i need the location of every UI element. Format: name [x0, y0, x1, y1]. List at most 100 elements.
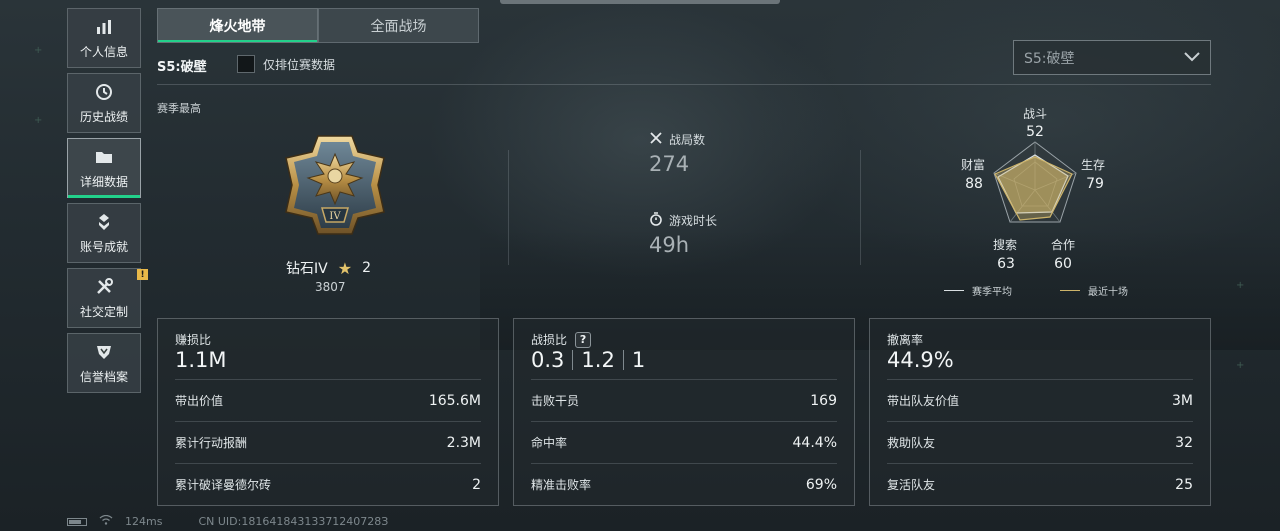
help-icon[interactable]: ? — [575, 331, 592, 348]
clock-icon — [94, 82, 114, 102]
card-title: 撤离率 — [887, 333, 924, 347]
tab-full-battlefield[interactable]: 全面战场 — [318, 8, 479, 43]
stopwatch-icon — [649, 212, 663, 229]
sidebar-item-detailed-data[interactable]: 详细数据 — [67, 138, 141, 198]
divider — [508, 150, 509, 265]
kd-ratio: 0.3 1.2 1 — [531, 348, 645, 372]
sidebar-item-profile[interactable]: 个人信息 — [67, 8, 141, 68]
top-drag-handle[interactable] — [500, 0, 780, 4]
shield-icon — [94, 342, 114, 362]
stat-row-value: 3M — [1172, 392, 1193, 409]
rank-name: 钻石IV — [286, 261, 328, 277]
radar-axis-combat-value: 52 — [1026, 124, 1044, 140]
medal-icon — [94, 212, 114, 232]
rank-info: 钻石IV ★ 2 — [286, 258, 371, 278]
ranked-only-checkbox[interactable] — [237, 55, 255, 73]
star-icon: ★ — [337, 258, 353, 278]
sidebar-item-label: 信誉档案 — [79, 369, 128, 384]
ratio-divider — [622, 350, 624, 370]
stat-row-label: 精准击败率 — [531, 478, 592, 492]
stat-row-value: 69% — [805, 476, 837, 493]
legend-season-average: 赛季平均 — [944, 283, 1012, 298]
emblem-numeral: IV — [329, 211, 341, 222]
ping-value: 124ms — [125, 515, 163, 528]
stat-row: 救助队友 32 — [887, 421, 1193, 463]
matches-label: 战局数 — [669, 133, 706, 147]
hud-crosshair-mark: + — [1236, 360, 1245, 371]
playtime-value: 49h — [649, 233, 690, 257]
radar-axis-survival-value: 79 — [1086, 176, 1104, 192]
matches-value: 274 — [649, 152, 690, 176]
stat-row-label: 救助队友 — [887, 436, 936, 450]
status-footer: 124ms CN UID:18164184313371240728З — [67, 514, 389, 528]
combat-card: 战损比 ? 0.3 1.2 1 击败干员 169 命中率 44.4% 精准击败率… — [513, 318, 855, 506]
rank-stars: 2 — [362, 260, 371, 276]
sidebar-item-label: 社交定制 — [79, 304, 128, 319]
stat-row: 累计行动报酬 2.3M — [175, 421, 481, 463]
chevron-down-icon — [1184, 50, 1200, 66]
sidebar-item-achievements[interactable]: 账号成就 — [67, 203, 141, 263]
stat-row-label: 累计破译曼德尔砖 — [175, 478, 272, 492]
card-title: 战损比 — [531, 333, 568, 347]
ability-radar: 战斗 52 生存 79 合作 60 搜索 63 财富 88 — [940, 100, 1160, 300]
tools-icon — [94, 277, 114, 297]
sidebar-item-social[interactable]: 社交定制 ! — [67, 268, 148, 328]
battery-icon — [67, 517, 87, 526]
stat-row-value: 169 — [810, 392, 837, 409]
sidebar-item-label: 详细数据 — [79, 174, 128, 189]
hud-crosshair-mark: + — [1236, 280, 1245, 291]
tab-hazard-zone[interactable]: 烽火地带 — [157, 8, 318, 43]
stat-row-label: 击败干员 — [531, 394, 580, 408]
divider — [157, 84, 1211, 85]
season-dropdown-value: S5:破壁 — [1024, 50, 1075, 67]
legend-label: 最近十场 — [1088, 287, 1128, 298]
season-best-label: 赛季最高 — [157, 102, 201, 115]
stat-row-label: 带出价值 — [175, 394, 224, 408]
ratio-value: 0.3 — [531, 348, 565, 372]
legend-line — [1060, 290, 1080, 291]
radar-axis-search-label: 搜索 — [992, 238, 1017, 252]
radar-axis-survival-label: 生存 — [1080, 158, 1105, 172]
extraction-card: 撤离率 44.9% 带出队友价值 3M 救助队友 32 复活队友 25 — [869, 318, 1211, 506]
rank-score: 3807 — [315, 280, 346, 294]
sidebar-item-history[interactable]: 历史战绩 — [67, 73, 141, 133]
stat-row-label: 命中率 — [531, 436, 568, 450]
folder-icon — [94, 147, 114, 167]
season-title: S5:破壁 — [157, 60, 207, 75]
stat-row-value: 25 — [1175, 476, 1193, 493]
card-value: 44.9% — [887, 348, 954, 372]
stat-row: 击败干员 169 — [531, 379, 837, 421]
stat-row-value: 44.4% — [792, 434, 837, 451]
season-dropdown[interactable]: S5:破壁 — [1013, 40, 1211, 75]
radar-axis-wealth-label: 财富 — [960, 158, 985, 172]
notification-badge: ! — [137, 269, 148, 280]
hud-crosshair-mark: + — [34, 115, 43, 126]
playtime-stat: 游戏时长 49h — [649, 212, 717, 257]
playtime-label: 游戏时长 — [669, 214, 718, 228]
stat-row-label: 复活队友 — [887, 478, 936, 492]
sidebar-item-label: 历史战绩 — [79, 109, 128, 124]
card-value: 1.1M — [175, 348, 227, 372]
stat-row-value: 165.6M — [428, 392, 481, 409]
radar-axis-combat-label: 战斗 — [1022, 107, 1047, 121]
stat-row: 带出队友价值 3M — [887, 379, 1193, 421]
ratio-divider — [572, 350, 574, 370]
stat-row: 复活队友 25 — [887, 463, 1193, 505]
ranked-only-label: 仅排位赛数据 — [263, 57, 336, 72]
crossed-swords-icon — [649, 131, 663, 148]
stat-row: 带出价值 165.6M — [175, 379, 481, 421]
rank-emblem: IV — [282, 132, 388, 238]
mode-tabs: 烽火地带 全面战场 — [157, 8, 479, 43]
player-uid: CN UID:18164184313371240728З — [198, 515, 389, 528]
ratio-value: 1.2 — [581, 348, 615, 372]
ratio-value: 1 — [631, 348, 646, 372]
sidebar-item-label: 个人信息 — [79, 44, 128, 59]
ranked-only-toggle[interactable]: 仅排位赛数据 — [237, 55, 335, 73]
sidebar-item-label: 账号成就 — [79, 239, 128, 254]
card-title: 赚损比 — [175, 333, 212, 347]
matches-stat: 战局数 274 — [649, 131, 705, 176]
legend-recent: 最近十场 — [1060, 283, 1128, 298]
stat-row: 命中率 44.4% — [531, 421, 837, 463]
legend-line — [944, 290, 964, 291]
sidebar-item-reputation[interactable]: 信誉档案 — [67, 333, 141, 393]
